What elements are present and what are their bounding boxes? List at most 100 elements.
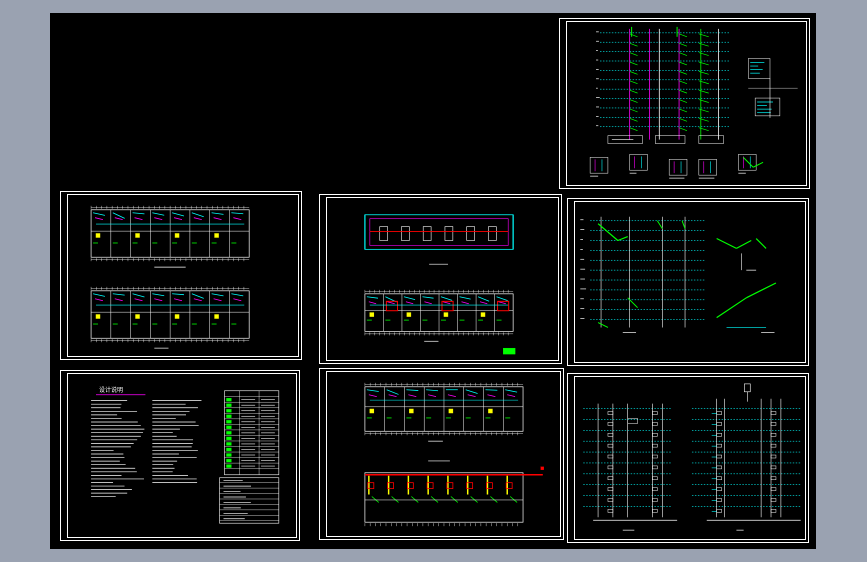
cad-line (403, 296, 416, 300)
cad-line (617, 235, 628, 242)
cad-line (134, 298, 143, 302)
cad-rect (226, 458, 232, 463)
cad-line (698, 42, 709, 47)
cad-line (629, 52, 638, 56)
cad-rect (607, 454, 614, 459)
cad-line (678, 99, 688, 103)
cad-rect (770, 443, 777, 448)
cad-line (505, 389, 518, 393)
cad-rect (369, 218, 509, 246)
floor-plans-a-drawing (90, 205, 250, 349)
cad-rect (589, 157, 609, 174)
cad-line (490, 496, 498, 503)
cad-rect (226, 464, 232, 468)
cad-line (173, 298, 183, 302)
sheet-design-notes[interactable]: 设计说明 (60, 370, 300, 541)
cad-rect (174, 314, 180, 319)
cad-line (211, 212, 224, 215)
cad-line (479, 301, 488, 305)
cad-line (485, 389, 498, 391)
cad-rect (488, 226, 497, 241)
sheet-system-diagram[interactable] (567, 198, 809, 366)
sheet-riser-diagram-top[interactable] (559, 18, 810, 189)
cad-line (411, 496, 419, 503)
cad-line (698, 52, 709, 56)
cad-line (629, 33, 638, 38)
cad-line (387, 301, 395, 305)
cad-rect (135, 233, 140, 238)
cad-rect (716, 498, 722, 502)
cad-line (112, 293, 125, 296)
cad-rect (226, 414, 232, 418)
cad-rect (422, 226, 432, 241)
cad-rect (652, 487, 658, 491)
cad-line (442, 301, 451, 305)
cad-line (509, 496, 518, 503)
cad-rect (369, 312, 375, 317)
cad-rect (607, 487, 614, 491)
cad-line (629, 89, 638, 94)
cad-line (211, 293, 224, 297)
cad-line (371, 496, 379, 503)
cad-rect (226, 431, 232, 435)
cad-rect (716, 411, 722, 415)
cad-rect (744, 383, 751, 393)
cad-line (92, 293, 105, 297)
cad-line (698, 61, 709, 66)
cad-rect (770, 433, 777, 437)
cad-line (629, 80, 638, 85)
cad-line (627, 297, 638, 309)
cad-line (408, 394, 417, 398)
cad-rect (655, 135, 686, 144)
sheet-riser-diagram-bottom[interactable] (567, 373, 809, 543)
cad-line (114, 217, 123, 221)
cad-rect (466, 226, 475, 241)
cad-rect (448, 408, 454, 414)
cad-rect (226, 409, 232, 413)
cad-rect (652, 476, 658, 480)
cad-line (698, 33, 709, 38)
cad-rect (652, 443, 658, 448)
cad-rect (716, 454, 722, 459)
cad-line (191, 212, 204, 218)
sheet-floor-plans-c[interactable] (319, 368, 564, 540)
cad-line (424, 301, 432, 305)
cad-rect (716, 509, 722, 513)
cad-line (678, 89, 688, 94)
cad-line (752, 161, 764, 168)
cad-line (678, 108, 688, 113)
cad-line (467, 394, 476, 398)
cad-rect (652, 411, 658, 415)
cad-line (406, 389, 419, 391)
cad-line (368, 394, 377, 398)
cad-rect (716, 487, 722, 491)
cad-line (134, 217, 143, 221)
sheet-floor-plans-a[interactable] (60, 191, 302, 360)
cad-line (366, 389, 379, 392)
cad-rect (219, 477, 280, 524)
cad-rect (379, 226, 388, 241)
cad-line (629, 118, 638, 122)
floor-plans-c-drawing (364, 382, 544, 527)
cad-rect (607, 433, 614, 437)
sheet-floor-plans-b[interactable] (319, 194, 562, 364)
cad-rect (698, 135, 724, 144)
cad-line (487, 394, 496, 398)
cad-line (132, 212, 145, 215)
cad-rect (770, 509, 777, 513)
cad-rect (770, 454, 777, 459)
cad-line (213, 217, 222, 221)
cad-rect (226, 425, 232, 429)
cad-line (92, 212, 105, 216)
cad-line (698, 89, 709, 94)
cad-rect (607, 476, 614, 480)
cad-line (496, 296, 508, 302)
drawing-canvas[interactable]: 设计说明 (50, 13, 816, 549)
cad-rect (607, 422, 614, 426)
cad-line (678, 118, 688, 122)
cad-line (173, 217, 183, 221)
cad-line (368, 301, 377, 305)
cad-rect (652, 433, 658, 437)
cad-line (231, 212, 244, 215)
cad-rect (652, 422, 658, 426)
